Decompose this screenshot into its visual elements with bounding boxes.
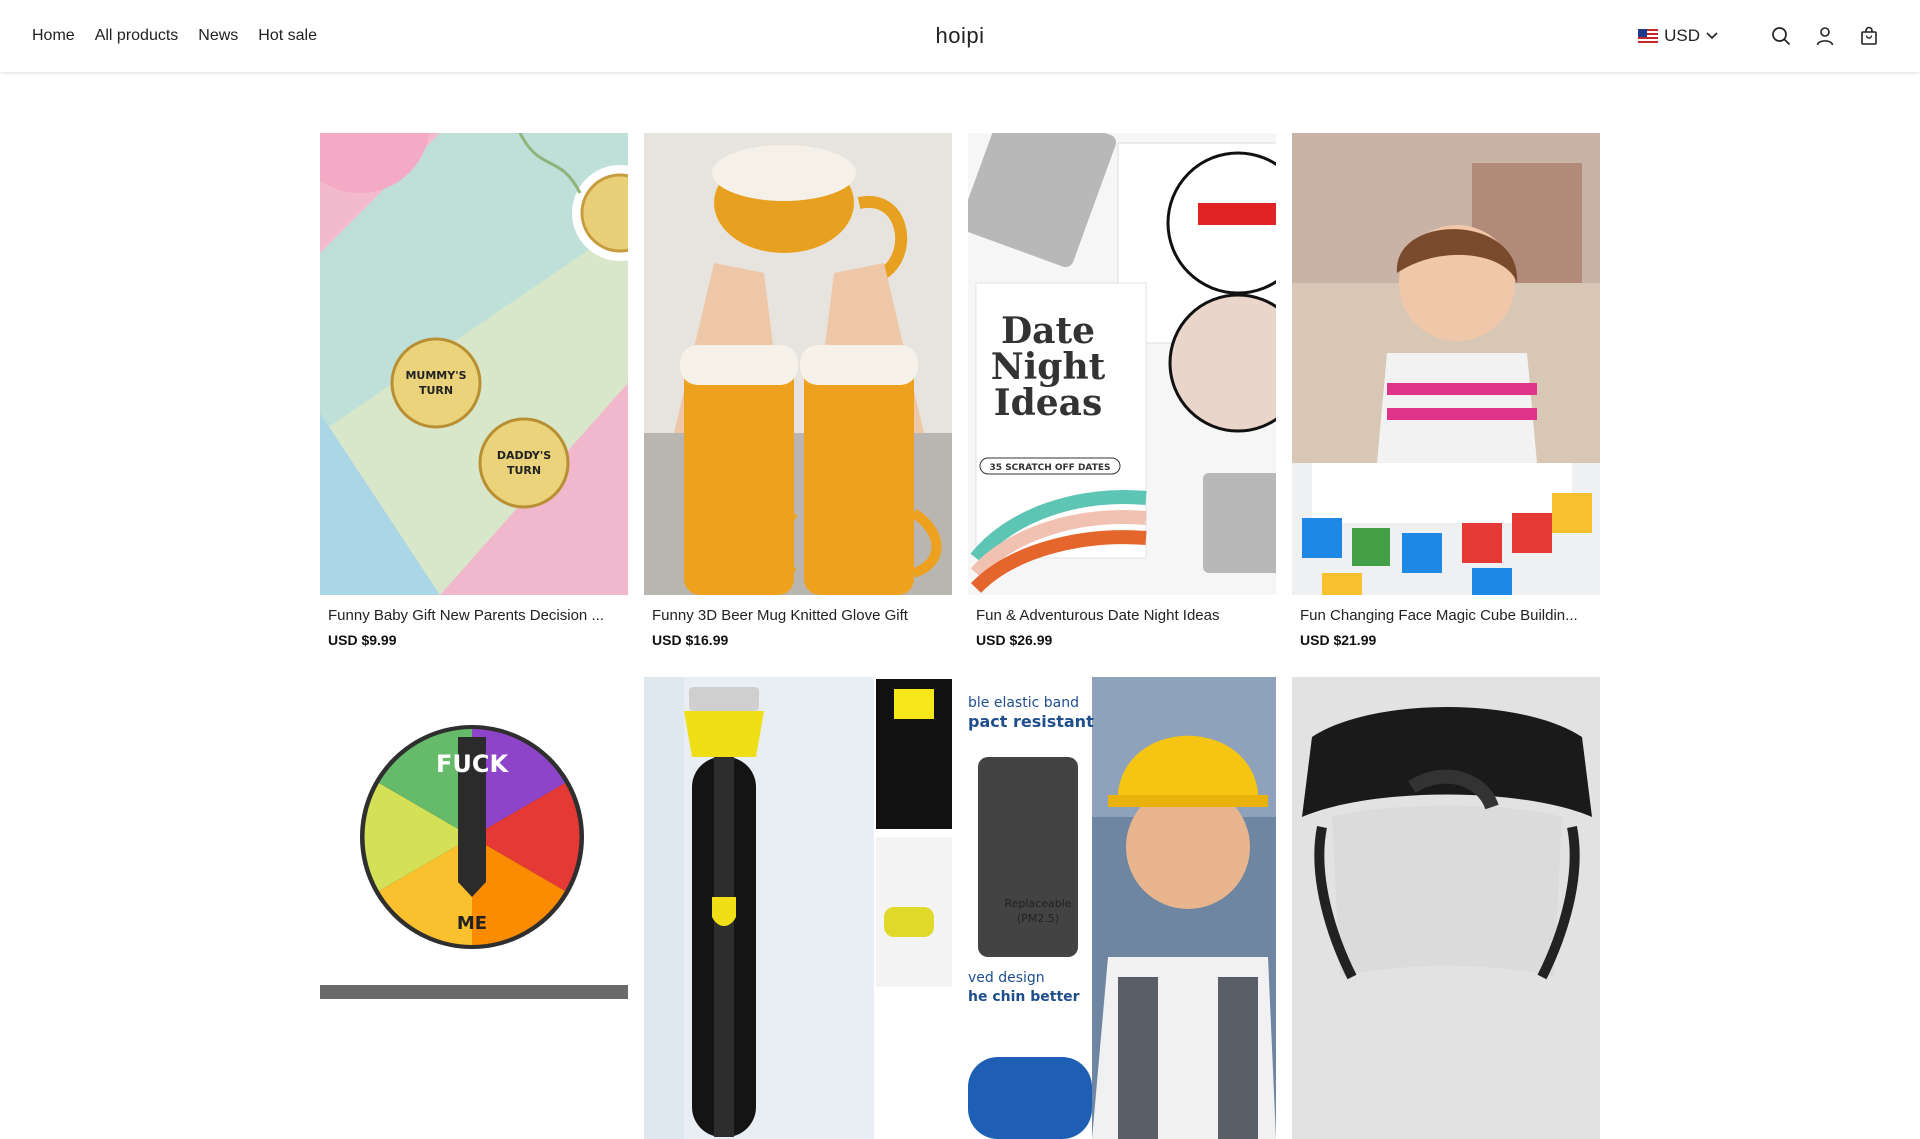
shield-text-4: (PM2.5) — [1017, 912, 1059, 925]
face-shield-photo: ble elastic band pact resistant Replacea… — [968, 677, 1276, 1139]
pin-word: FUCK — [436, 750, 509, 778]
decision-coin-photo: MUMMY'S TURN DADDY'S TURN — [320, 133, 628, 595]
chevron-down-icon — [1706, 32, 1718, 40]
shield-text-6: he chin better — [968, 989, 1080, 1005]
beer-glove-photo — [644, 133, 952, 595]
shield-text-1: ble elastic band — [968, 695, 1079, 711]
trimmer-photo — [644, 677, 952, 1139]
date-night-photo: Date Night Ideas 35 SCRATCH OFF DATES — [968, 133, 1276, 595]
magic-cube-photo — [1292, 133, 1600, 595]
product-image[interactable] — [1292, 677, 1600, 1139]
product-card[interactable]: FUCK ME — [320, 677, 628, 1139]
search-icon — [1772, 27, 1791, 46]
product-info: Funny Baby Gift New Parents Decision ...… — [320, 595, 628, 653]
product-image[interactable] — [644, 677, 952, 1139]
cart-button[interactable] — [1858, 25, 1880, 47]
product-card[interactable]: Fun Changing Face Magic Cube Buildin... … — [1292, 133, 1600, 653]
pin-bottom: ME — [457, 913, 487, 934]
card-line3: Ideas — [994, 382, 1103, 424]
product-image[interactable]: MUMMY'S TURN DADDY'S TURN — [320, 133, 628, 595]
product-image[interactable] — [1292, 133, 1600, 595]
product-card[interactable] — [644, 677, 952, 1139]
site-header: Home All products News Hot sale hoipi US… — [0, 0, 1920, 72]
shield-text-5: ved design — [968, 970, 1045, 986]
svg-text:TURN: TURN — [419, 384, 453, 397]
site-logo[interactable]: hoipi — [936, 23, 985, 49]
svg-text:MUMMY'S: MUMMY'S — [405, 369, 466, 382]
product-price: USD $21.99 — [1300, 632, 1377, 648]
currency-label: USD — [1664, 26, 1700, 45]
product-card[interactable]: MUMMY'S TURN DADDY'S TURN Funny Baby Gif… — [320, 133, 628, 653]
product-title[interactable]: Fun Changing Face Magic Cube Buildin... — [1300, 607, 1592, 624]
main-nav: Home All products News Hot sale — [32, 0, 317, 72]
header-tools: USD — [1638, 0, 1880, 72]
product-info: Fun Changing Face Magic Cube Buildin... … — [1292, 595, 1600, 653]
product-image[interactable]: FUCK ME — [320, 677, 628, 1139]
account-button[interactable] — [1814, 25, 1836, 47]
product-card[interactable]: Funny 3D Beer Mug Knitted Glove Gift USD… — [644, 133, 952, 653]
us-flag-icon — [1638, 29, 1659, 43]
product-info: Funny 3D Beer Mug Knitted Glove Gift USD… — [644, 595, 952, 653]
product-card[interactable]: ble elastic band pact resistant Replacea… — [968, 677, 1276, 1139]
clear-shield-photo — [1292, 677, 1600, 1139]
nav-all-products[interactable]: All products — [95, 27, 179, 45]
shield-text-2: pact resistant — [968, 712, 1094, 731]
product-image[interactable] — [644, 133, 952, 595]
decision-pin-photo: FUCK ME — [320, 677, 628, 1139]
nav-home[interactable]: Home — [32, 27, 75, 45]
product-card[interactable] — [1292, 677, 1600, 1139]
cart-icon — [1861, 26, 1877, 45]
currency-selector[interactable]: USD — [1638, 26, 1718, 46]
card-tag: 35 SCRATCH OFF DATES — [990, 463, 1111, 473]
search-button[interactable] — [1770, 25, 1792, 47]
product-title[interactable]: Funny Baby Gift New Parents Decision ... — [328, 607, 620, 624]
shield-text-3: Replaceable — [1004, 897, 1071, 910]
product-card[interactable]: Date Night Ideas 35 SCRATCH OFF DATES Fu… — [968, 133, 1276, 653]
product-image[interactable]: ble elastic band pact resistant Replacea… — [968, 677, 1276, 1139]
product-title[interactable]: Funny 3D Beer Mug Knitted Glove Gift — [652, 607, 944, 624]
product-image[interactable]: Date Night Ideas 35 SCRATCH OFF DATES — [968, 133, 1276, 595]
product-info: Fun & Adventurous Date Night Ideas USD $… — [968, 595, 1276, 653]
account-icon — [1816, 27, 1834, 46]
svg-text:DADDY'S: DADDY'S — [497, 449, 551, 462]
product-price: USD $9.99 — [328, 632, 397, 648]
product-title[interactable]: Fun & Adventurous Date Night Ideas — [976, 607, 1268, 624]
nav-news[interactable]: News — [198, 27, 238, 45]
product-price: USD $26.99 — [976, 632, 1053, 648]
product-price: USD $16.99 — [652, 632, 729, 648]
nav-hot-sale[interactable]: Hot sale — [258, 27, 317, 45]
svg-text:TURN: TURN — [507, 464, 541, 477]
product-grid: MUMMY'S TURN DADDY'S TURN Funny Baby Gif… — [320, 133, 1600, 1139]
